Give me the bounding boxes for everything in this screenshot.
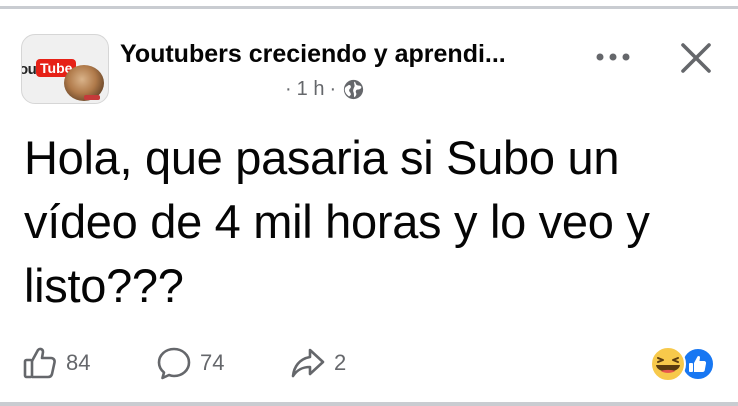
post-meta: · 1 h · — [285, 78, 364, 101]
comment-bubble-icon — [156, 345, 192, 381]
post-card: ou Tube Youtubers creciendo y aprendi...… — [0, 0, 738, 406]
close-icon[interactable] — [676, 38, 716, 78]
avatar-photo-tag — [84, 95, 100, 100]
comment-count: 74 — [200, 350, 225, 375]
post-action-bar: 84 74 2 — [22, 341, 346, 385]
post-timestamp[interactable]: 1 h — [297, 78, 325, 101]
more-horizontal-icon[interactable] — [593, 42, 633, 72]
post-body-text: Hola, que pasaria si Subo un vídeo de 4 … — [24, 131, 650, 312]
haha-reaction-icon — [650, 346, 686, 382]
meta-separator: · — [285, 78, 292, 100]
share-button[interactable]: 2 — [290, 345, 346, 381]
comment-button[interactable]: 74 — [156, 345, 290, 381]
meta-separator: · — [329, 78, 337, 100]
reaction-summary[interactable] — [648, 346, 720, 382]
top-divider — [0, 0, 738, 9]
bottom-divider — [0, 402, 738, 406]
thumbs-up-icon — [22, 345, 58, 381]
group-name-link[interactable]: Youtubers creciendo y aprendi... — [120, 40, 506, 69]
like-count: 84 — [66, 350, 91, 375]
globe-icon — [343, 79, 364, 100]
share-count: 2 — [334, 350, 347, 375]
avatar-logo-text: ou — [22, 61, 37, 78]
like-reaction-icon — [681, 347, 715, 381]
like-button[interactable]: 84 — [22, 345, 156, 381]
share-arrow-icon — [290, 345, 326, 381]
group-avatar[interactable]: ou Tube — [21, 34, 109, 104]
